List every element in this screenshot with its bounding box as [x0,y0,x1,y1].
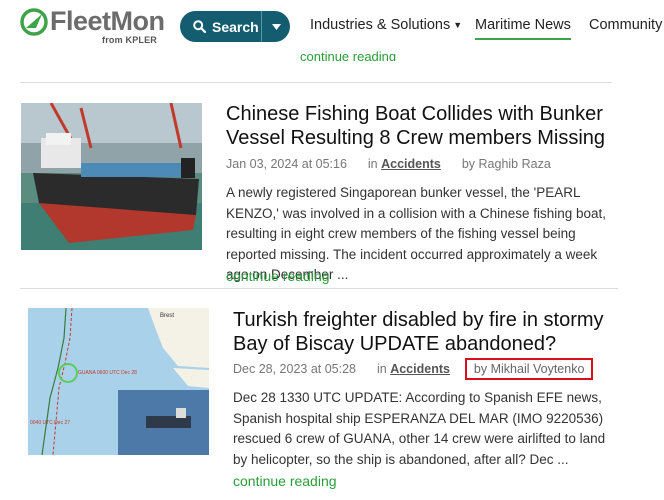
article-date: Jan 03, 2024 at 05:16 [226,157,347,171]
continue-reading-link[interactable]: continue reading [233,473,337,489]
nav-industries-solutions[interactable]: Industries & Solutions ▼ [310,17,462,33]
article-author[interactable]: by Raghib Raza [462,157,551,171]
search-dropdown-toggle[interactable] [262,11,290,42]
site-header: FleetMon from KPLER Search Industries & … [0,0,664,56]
article-thumbnail-bunker-vessel[interactable] [21,103,202,250]
article-title[interactable]: Chinese Fishing Boat Collides with Bunke… [226,102,626,150]
article-thumbnail-map[interactable]: Brest GUANA 0600 UTC Dec 28 0040 UTC Dec… [28,308,209,455]
ship-photo-image [21,103,202,250]
nav-maritime-news[interactable]: Maritime News [475,17,571,40]
compass-logo-icon [20,8,48,36]
caret-down-icon: ▼ [453,20,463,30]
map-position-label: GUANA 0600 UTC Dec 28 [78,370,137,376]
article-title[interactable]: Turkish freighter disabled by fire in st… [233,308,628,356]
article-author-highlighted[interactable]: by Mikhail Voytenko [464,358,594,380]
nav-label: Maritime News [475,17,571,33]
nav-label: Community [589,17,663,33]
article-meta: Dec 28, 2023 at 05:28 in Accidents by Mi… [233,358,594,380]
map-city-label: Brest [160,313,174,319]
previous-continue-reading-fragment[interactable]: continue reading [300,49,396,61]
logo-subtitle: from KPLER [102,35,158,45]
article-excerpt: Dec 28 1330 UTC UPDATE: According to Spa… [233,390,606,467]
map-position-label: 0040 UTC Dec 27 [30,420,70,426]
category-link[interactable]: Accidents [390,362,450,376]
search-button[interactable]: Search [180,11,290,42]
category-prefix: in [376,362,387,376]
map-image: Brest GUANA 0600 UTC Dec 28 0040 UTC Dec… [28,308,209,455]
nav-label: Industries & Solutions [310,17,451,33]
nav-community[interactable]: Community▼ [589,17,664,33]
article-divider [20,288,618,289]
search-icon [193,20,206,33]
logo-text: FleetMon [50,6,165,36]
divider [20,82,612,83]
caret-down-icon [271,23,281,30]
fleetmon-logo[interactable]: FleetMon from KPLER [20,6,165,46]
category-link[interactable]: Accidents [381,157,441,171]
category-prefix: in [367,157,378,171]
search-label: Search [212,18,259,35]
continue-reading-link[interactable]: continue reading [226,268,330,284]
search-main-button[interactable]: Search [180,11,262,42]
article-meta: Jan 03, 2024 at 05:16 in Accidents by Ra… [226,157,551,171]
article-date: Dec 28, 2023 at 05:28 [233,362,357,376]
